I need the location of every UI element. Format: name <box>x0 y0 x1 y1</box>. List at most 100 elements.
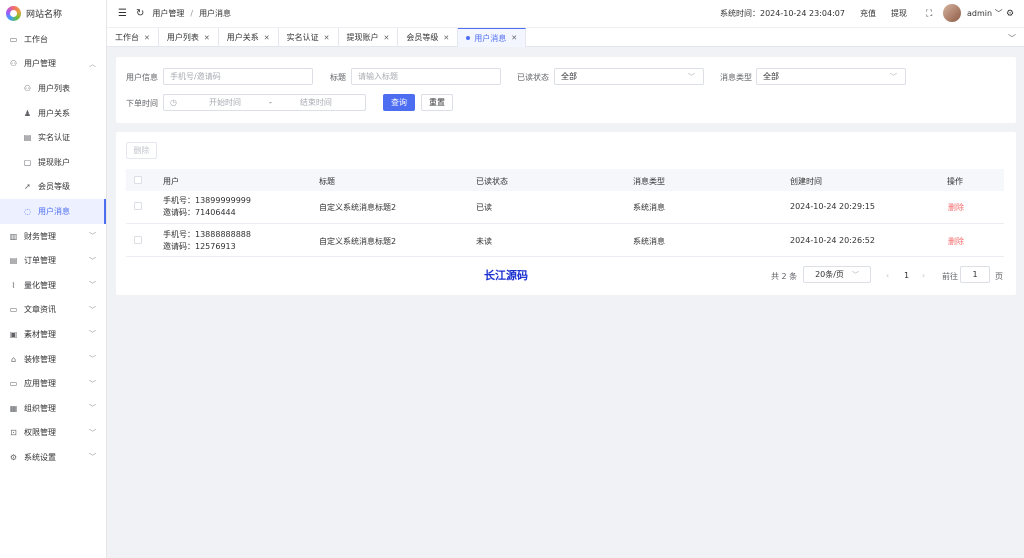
start-time-input[interactable]: 开始时间 <box>195 97 255 108</box>
sidebar-item-user-management[interactable]: ⚇ 用户管理 ︿ <box>0 52 106 77</box>
withdraw-link[interactable]: 提现 <box>891 8 907 19</box>
row-checkbox[interactable] <box>134 202 142 210</box>
sidebar-item-label: 订单管理 <box>24 256 56 266</box>
close-icon[interactable]: ✕ <box>324 34 330 42</box>
tab-withdraw-account[interactable]: 提现账户 ✕ <box>339 28 399 47</box>
page-size-value: 20条/页 <box>815 270 844 279</box>
page-number-current[interactable]: 1 <box>904 271 909 280</box>
close-icon[interactable]: ✕ <box>264 34 270 42</box>
id-card-icon: ▤ <box>23 133 32 143</box>
title-input[interactable]: 请输入标题 <box>351 68 501 85</box>
tab-user-messages[interactable]: 用户消息 ✕ <box>458 28 527 47</box>
image-icon: ▣ <box>9 329 18 339</box>
close-icon[interactable]: ✕ <box>384 34 390 42</box>
watermark-text: 长江源码 <box>484 269 528 282</box>
tab-label: 用户关系 <box>226 33 259 42</box>
site-name: 网站名称 <box>26 10 63 20</box>
sidebar-item-dashboard[interactable]: ▭ 工作台 <box>0 27 106 52</box>
batch-delete-button[interactable]: 删除 <box>126 142 157 159</box>
sidebar-item-quant[interactable]: ⌇ 量化管理 ﹀ <box>0 273 106 298</box>
tab-user-list[interactable]: 用户列表 ✕ <box>159 28 219 47</box>
sidebar-item-label: 量化管理 <box>24 280 56 290</box>
chevron-down-icon: ﹀ <box>89 355 96 364</box>
sidebar-item-label: 权限管理 <box>24 428 56 438</box>
close-icon[interactable]: ✕ <box>204 34 210 42</box>
read-status-select[interactable]: 全部 ﹀ <box>554 68 704 85</box>
menu-toggle-icon[interactable]: ☰ <box>118 8 127 19</box>
select-all-checkbox[interactable] <box>134 176 142 184</box>
row-divider <box>126 256 1004 257</box>
tab-bar: 工作台 ✕ 用户列表 ✕ 用户关系 ✕ 实名认证 ✕ 提现账户 ✕ 会员等级 ✕ 用户消息 ✕… <box>107 27 1024 47</box>
finance-icon: ▥ <box>9 231 18 241</box>
sidebar-item-user-list[interactable]: ⚇ 用户列表 <box>0 76 106 101</box>
chevron-down-icon[interactable]: ﹀ <box>1008 33 1016 44</box>
active-dot-icon <box>466 36 471 40</box>
fullscreen-icon[interactable]: ⛶ <box>926 9 932 19</box>
prev-page-icon[interactable]: ‹ <box>886 271 889 280</box>
row-delete-link[interactable]: 删除 <box>948 202 964 213</box>
sidebar-item-articles[interactable]: ▭ 文章资讯 ﹀ <box>0 298 106 323</box>
tab-real-name[interactable]: 实名认证 ✕ <box>279 28 339 47</box>
breadcrumb-item[interactable]: 用户管理 <box>152 9 184 18</box>
tab-label: 会员等级 <box>406 33 439 42</box>
tab-label: 提现账户 <box>346 33 379 42</box>
user-icon: ⚇ <box>9 59 18 69</box>
logo[interactable]: 网站名称 <box>0 0 106 27</box>
chevron-down-icon: ﹀ <box>851 270 859 279</box>
sidebar-item-materials[interactable]: ▣ 素材管理 ﹀ <box>0 322 106 347</box>
next-page-icon[interactable]: › <box>922 271 925 280</box>
recharge-link[interactable]: 充值 <box>860 8 876 19</box>
msg-type-select[interactable]: 全部 ﹀ <box>756 68 906 85</box>
chevron-down-icon: ﹀ <box>688 72 695 81</box>
sidebar-item-user-messages[interactable]: ◌ 用户消息 <box>0 199 106 224</box>
query-button[interactable]: 查询 <box>383 94 415 111</box>
sidebar-item-orders[interactable]: ▤ 订单管理 ﹀ <box>0 248 106 273</box>
sidebar-item-settings[interactable]: ⚙ 系统设置 ﹀ <box>0 445 106 470</box>
tab-label: 用户列表 <box>166 33 199 42</box>
sidebar-item-decoration[interactable]: ⌂ 装修管理 ﹀ <box>0 347 106 372</box>
sidebar-item-label: 装修管理 <box>24 354 56 364</box>
sidebar-item-user-relations[interactable]: ♟ 用户关系 <box>0 101 106 126</box>
tab-user-relations[interactable]: 用户关系 ✕ <box>219 28 279 47</box>
close-icon[interactable]: ✕ <box>443 34 449 42</box>
page-size-select[interactable]: 20条/页 ﹀ <box>803 266 871 283</box>
close-icon[interactable]: ✕ <box>144 34 150 42</box>
sidebar-item-withdraw-account[interactable]: ▢ 提现账户 <box>0 150 106 175</box>
top-header: ☰ ↻ 用户管理 / 用户消息 系统时间：2024-10-24 23:04:07 充… <box>107 0 1024 27</box>
end-time-input[interactable]: 结束时间 <box>286 97 346 108</box>
sidebar-item-permissions[interactable]: ⊡ 权限管理 ﹀ <box>0 421 106 446</box>
user-menu[interactable]: admin ﹀ <box>967 8 1003 19</box>
row-divider <box>126 223 1004 224</box>
gear-icon: ⚙ <box>9 452 18 462</box>
sidebar-item-apps[interactable]: ▭ 应用管理 ﹀ <box>0 371 106 396</box>
goto-label: 前往 <box>942 272 958 281</box>
article-icon: ▭ <box>9 305 18 315</box>
breadcrumb-separator: / <box>190 9 194 18</box>
refresh-icon[interactable]: ↻ <box>136 8 144 19</box>
row-checkbox[interactable] <box>134 236 142 244</box>
sidebar-item-member-level[interactable]: ➚ 会员等级 <box>0 175 106 200</box>
breadcrumb: 用户管理 / 用户消息 <box>152 8 231 19</box>
sidebar: 网站名称 ▭ 工作台 ⚇ 用户管理 ︿ ⚇ 用户列表 ♟ 用户关系 ▤ 实名认证 ▢ 提现账户… <box>0 0 107 558</box>
goto-page-input[interactable]: 1 <box>960 266 990 283</box>
date-range-picker[interactable]: ◷ 开始时间 - 结束时间 <box>163 94 366 111</box>
gear-icon[interactable]: ⚙ <box>1006 9 1014 19</box>
avatar[interactable] <box>943 4 961 22</box>
breadcrumb-item-current: 用户消息 <box>199 9 232 18</box>
user-info-input[interactable]: 手机号/邀请码 <box>163 68 313 85</box>
tab-dashboard[interactable]: 工作台 ✕ <box>107 28 159 47</box>
close-icon[interactable]: ✕ <box>511 34 517 42</box>
row-phone: 手机号：13888888888 <box>163 230 251 239</box>
table-panel: 删除 用户 标题 已读状态 消息类型 创建时间 操作 手机号：138999999… <box>116 132 1016 295</box>
rocket-icon: ➚ <box>24 182 31 192</box>
row-invite-code: 邀请码：71406444 <box>163 208 236 217</box>
sidebar-item-label: 应用管理 <box>24 379 56 389</box>
sidebar-item-label: 用户管理 <box>24 59 56 69</box>
sidebar-item-organization[interactable]: ▦ 组织管理 ﹀ <box>0 396 106 421</box>
tab-member-level[interactable]: 会员等级 ✕ <box>398 28 459 47</box>
sidebar-item-finance[interactable]: ▥ 财务管理 ﹀ <box>0 224 106 249</box>
sidebar-item-real-name[interactable]: ▤ 实名认证 <box>0 125 106 150</box>
row-delete-link[interactable]: 删除 <box>948 236 964 247</box>
reset-button[interactable]: 重置 <box>421 94 453 111</box>
column-header-created: 创建时间 <box>790 177 822 186</box>
